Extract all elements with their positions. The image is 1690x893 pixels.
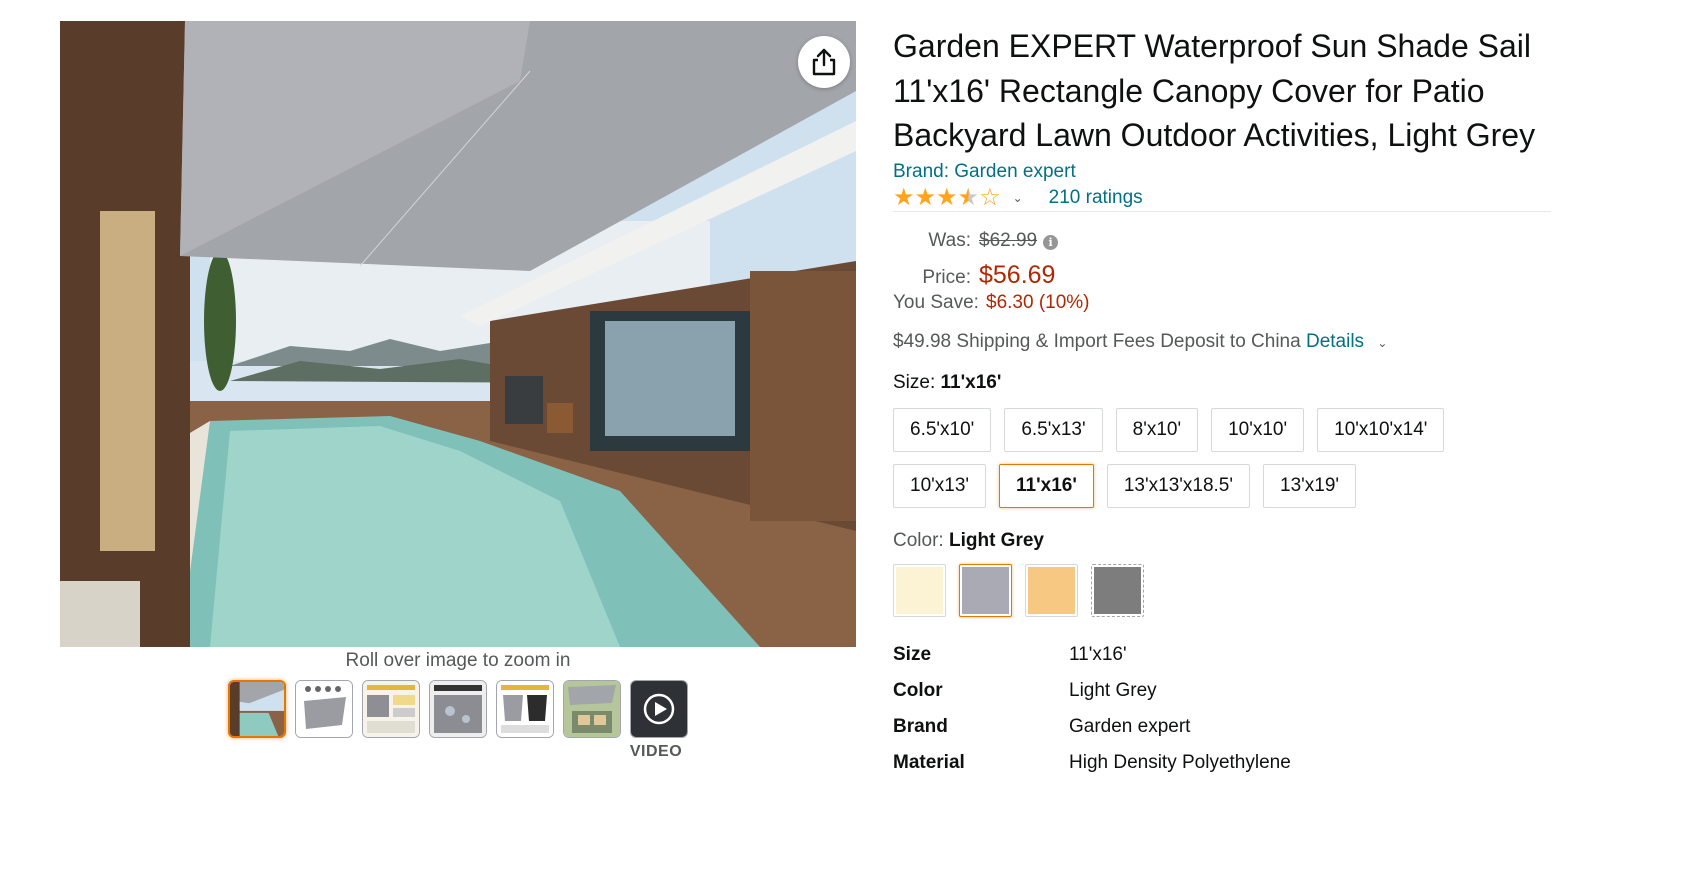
spec-key: Brand <box>893 715 948 737</box>
thumbnail-pool-image <box>230 682 284 736</box>
thumbnail-infographic-features[interactable] <box>362 680 420 738</box>
chevron-down-icon[interactable]: ⌄ <box>1013 191 1023 205</box>
size-option-button[interactable]: 6.5'x13' <box>1004 407 1103 452</box>
spec-value: Light Grey <box>1069 679 1157 701</box>
size-option-button[interactable]: 8'x10' <box>1115 407 1199 452</box>
shipping-details-link[interactable]: Details <box>1306 331 1364 352</box>
shipping-info: $49.98 Shipping & Import Fees Deposit to… <box>893 331 1551 353</box>
thumbnail-patio[interactable] <box>563 680 621 738</box>
main-product-image[interactable] <box>60 21 856 647</box>
thumbnail-patio-image <box>564 681 620 737</box>
savings-amount: $6.30 (10%) <box>986 291 1090 313</box>
thumbnail-pool[interactable] <box>228 680 286 738</box>
spec-row: Material High Density Polyethylene <box>893 745 1551 781</box>
was-price: $62.99 <box>979 229 1038 251</box>
save-label: You Save: <box>893 291 979 313</box>
share-icon <box>812 48 836 76</box>
size-label-text: Size: <box>893 371 936 393</box>
was-label: Was: <box>928 229 971 251</box>
spec-value: High Density Polyethylene <box>1069 751 1291 773</box>
thumbnail-waterproof-image <box>430 681 486 737</box>
thumbnail-comparison[interactable] <box>496 680 554 738</box>
color-swatch-dark-grey[interactable] <box>1091 563 1144 617</box>
thumbnail-infographic-image <box>363 681 419 737</box>
spec-row: Size 11'x16' <box>893 637 1551 673</box>
product-title: Garden EXPERT Waterproof Sun Shade Sail … <box>893 28 1536 153</box>
spec-row: Brand Garden expert <box>893 709 1551 745</box>
size-label: Size: 11'x16' <box>893 372 1551 394</box>
selected-color: Light Grey <box>948 529 1044 551</box>
color-label-text: Color: <box>893 529 944 551</box>
size-option-button[interactable]: 13'x19' <box>1263 463 1357 508</box>
swatch-fill <box>962 566 1009 614</box>
ratings-row: ★ ★ ★ ★ ☆ ⌄ 210 ratings <box>893 186 1551 212</box>
spec-key: Color <box>893 679 943 701</box>
zoom-hint: Roll over image to zoom in <box>345 650 571 671</box>
color-swatch-light-grey[interactable] <box>959 563 1012 617</box>
size-option-button[interactable]: 10'x10'x14' <box>1317 407 1445 452</box>
video-label: VIDEO <box>629 743 683 760</box>
savings-row: You Save: $6.30 (10%) <box>893 292 1551 323</box>
swatch-fill <box>1094 566 1141 614</box>
price-table: Was: $62.99 i Price: $56.69 You Save: $6… <box>893 230 1551 323</box>
size-option-button[interactable]: 13'x13'x18.5' <box>1106 463 1250 508</box>
color-label: Color: Light Grey <box>893 530 1551 552</box>
spec-key: Material <box>893 751 965 773</box>
share-button[interactable] <box>798 36 850 88</box>
selected-size: 11'x16' <box>940 371 1002 393</box>
color-swatches <box>893 563 1551 617</box>
shipping-text: $49.98 Shipping & Import Fees Deposit to… <box>893 330 1301 352</box>
spec-row: Color Light Grey <box>893 673 1551 709</box>
swatch-fill <box>1028 566 1075 614</box>
star-full-icon: ★ <box>936 184 958 211</box>
star-full-icon: ★ <box>893 184 915 211</box>
ratings-count-link[interactable]: 210 ratings <box>1049 187 1143 209</box>
thumbnail-shade-grey-image <box>296 681 352 737</box>
brand-link[interactable]: Brand: Garden expert <box>893 158 1551 186</box>
thumbnail-video[interactable] <box>630 680 688 738</box>
color-swatch-sand[interactable] <box>1025 563 1078 617</box>
thumbnail-shade-grey[interactable] <box>295 680 353 738</box>
size-options: 6.5'x10' 6.5'x13' 8'x10' 10'x10' 10'x10'x14'… <box>893 407 1513 508</box>
star-full-icon: ★ <box>914 184 937 211</box>
current-price: $56.69 <box>979 260 1056 289</box>
size-option-button[interactable]: 10'x10' <box>1211 407 1305 452</box>
color-swatch-cream[interactable] <box>893 563 946 617</box>
size-option-button[interactable]: 10'x13' <box>893 463 987 508</box>
product-details: Garden EXPERT Waterproof Sun Shade Sail … <box>893 24 1551 781</box>
product-specs: Size 11'x16' Color Light Grey Brand Garden ex… <box>893 637 1551 781</box>
play-icon <box>631 681 687 737</box>
spec-key: Size <box>893 643 932 665</box>
star-empty-icon: ☆ <box>979 184 1001 211</box>
price-row: Price: $56.69 <box>893 261 1551 292</box>
swatch-fill <box>896 566 943 614</box>
thumbnail-waterproof[interactable] <box>429 680 487 738</box>
size-option-button[interactable]: 11'x16' <box>999 463 1094 508</box>
size-option-button[interactable]: 6.5'x10' <box>893 407 992 452</box>
chevron-down-icon[interactable]: ⌄ <box>1377 336 1387 350</box>
price-label: Price: <box>922 266 971 288</box>
spec-value: Garden expert <box>1069 715 1191 737</box>
info-icon[interactable]: i <box>1043 234 1059 250</box>
star-rating[interactable]: ★ ★ ★ ★ ☆ <box>893 186 1001 210</box>
spec-value: 11'x16' <box>1069 643 1127 665</box>
was-price-row: Was: $62.99 i <box>893 230 1551 261</box>
thumbnail-comparison-image <box>497 681 553 737</box>
star-half-icon: ★ <box>957 184 980 211</box>
thumbnail-strip <box>228 680 688 738</box>
pool-shade-sail-photo <box>60 21 856 647</box>
